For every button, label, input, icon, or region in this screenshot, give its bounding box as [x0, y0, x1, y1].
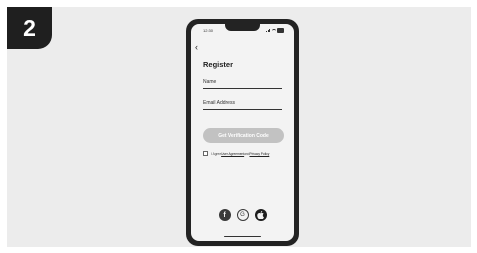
- page-title: Register: [203, 60, 234, 69]
- status-time: 12:30: [203, 28, 214, 33]
- phone-notch: [225, 24, 260, 31]
- name-placeholder: Name: [203, 79, 217, 85]
- status-icons: [266, 28, 284, 33]
- facebook-glyph: f: [223, 211, 226, 219]
- google-icon[interactable]: G: [236, 209, 249, 221]
- facebook-icon[interactable]: f: [218, 209, 231, 221]
- step-number-badge: 2: [7, 7, 52, 49]
- apple-glyph: [257, 211, 264, 219]
- name-input[interactable]: Name: [203, 79, 282, 89]
- user-agreement-link[interactable]: User Agreement: [221, 152, 244, 156]
- email-placeholder: Email Address: [203, 100, 235, 106]
- step-number: 2: [23, 14, 36, 41]
- email-input[interactable]: Email Address: [203, 100, 282, 110]
- verify-button-label: Get Verification Code: [218, 132, 269, 139]
- signal-icon: [266, 29, 271, 32]
- agree-checkbox[interactable]: [203, 151, 208, 156]
- phone-screen: 12:30 ‹ Register Name Email Address Get …: [191, 24, 294, 241]
- battery-icon: [277, 28, 284, 33]
- phone-frame: 12:30 ‹ Register Name Email Address Get …: [186, 19, 299, 246]
- social-login-row: f G: [191, 209, 294, 221]
- apple-icon[interactable]: [254, 209, 267, 221]
- agree-prefix: I Agree: [211, 151, 222, 156]
- back-arrow-icon[interactable]: ‹: [195, 43, 198, 52]
- agreement-row: I Agree User Agreement and Privacy Polic…: [203, 151, 269, 156]
- privacy-policy-link[interactable]: Privacy Policy: [249, 152, 269, 156]
- get-verification-code-button[interactable]: Get Verification Code: [203, 128, 284, 143]
- wifi-icon: [272, 28, 276, 33]
- home-indicator: [224, 235, 261, 237]
- google-glyph: G: [240, 211, 245, 218]
